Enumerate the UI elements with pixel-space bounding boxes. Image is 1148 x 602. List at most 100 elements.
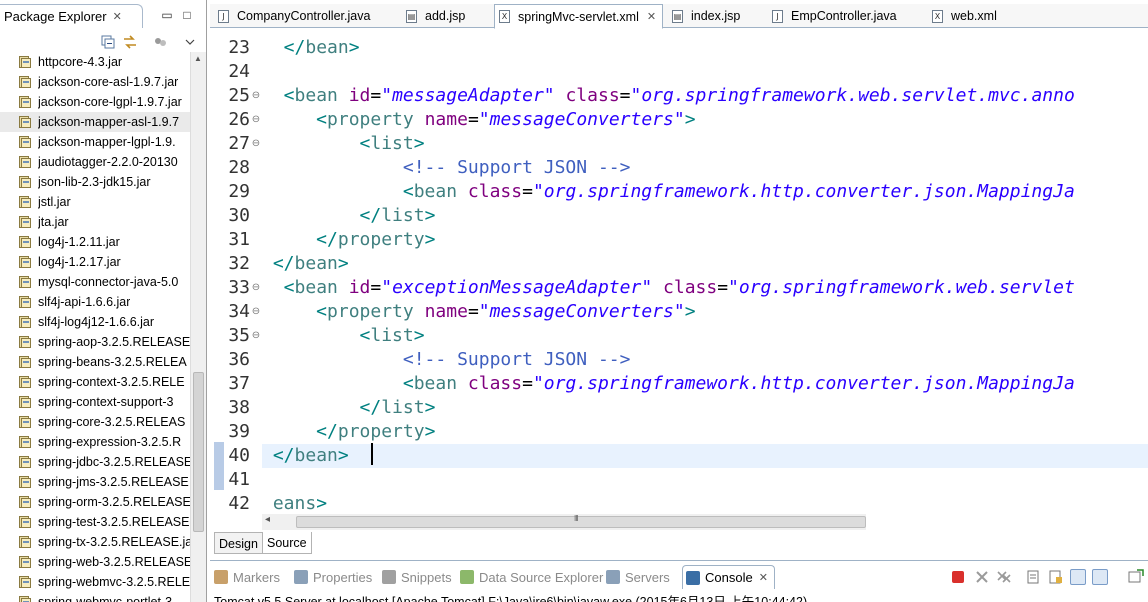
maximize-icon[interactable]: □: [180, 8, 194, 22]
bottom-tab[interactable]: Properties: [294, 565, 372, 589]
code-token: </: [262, 445, 295, 466]
editor-tab[interactable]: Xweb.xml: [932, 4, 997, 28]
code-line[interactable]: <list>: [262, 132, 425, 156]
fold-toggle-icon[interactable]: ⊖: [250, 132, 262, 156]
package-explorer-tab[interactable]: Package Explorer ✕: [0, 4, 143, 28]
code-line[interactable]: </list>: [262, 396, 436, 420]
code-token: <: [262, 325, 371, 346]
package-explorer-scrollbar[interactable]: ▲: [190, 52, 206, 602]
editor-tab[interactable]: J EmpController.java: [772, 4, 897, 28]
code-line[interactable]: </bean>: [262, 252, 349, 276]
code-line[interactable]: </bean>: [262, 444, 1148, 468]
editor-horizontal-scrollbar[interactable]: ◂ III: [262, 514, 866, 530]
jar-item[interactable]: jackson-mapper-asl-1.9.7: [0, 112, 190, 132]
bottom-tab[interactable]: Snippets: [382, 565, 452, 589]
editor-tab[interactable]: ▤ add.jsp: [406, 4, 465, 28]
scroll-up-icon[interactable]: ▲: [194, 54, 202, 63]
code-line[interactable]: <bean class="org.springframework.http.co…: [262, 372, 1075, 396]
collapse-all-icon[interactable]: [100, 34, 116, 50]
fold-toggle-icon[interactable]: ⊖: [250, 108, 262, 132]
code-area[interactable]: </bean> <bean id="messageAdapter" class=…: [262, 36, 1148, 516]
code-line[interactable]: <property name="messageConverters">: [262, 108, 695, 132]
scroll-lock-icon[interactable]: [1048, 569, 1064, 585]
jar-item[interactable]: jta.jar: [0, 212, 190, 232]
jar-item[interactable]: jstl.jar: [0, 192, 190, 212]
terminate-icon[interactable]: [952, 571, 964, 583]
close-icon[interactable]: ✕: [759, 571, 768, 584]
scrollbar-thumb[interactable]: [296, 516, 866, 528]
bottom-tab[interactable]: Console ✕: [682, 565, 775, 589]
jar-item[interactable]: mysql-connector-java-5.0: [0, 272, 190, 292]
jar-item[interactable]: spring-aop-3.2.5.RELEASE: [0, 332, 190, 352]
code-token: "messageConverters": [478, 301, 685, 322]
code-token: <: [262, 85, 295, 106]
code-line[interactable]: <list>: [262, 324, 425, 348]
bottom-tab[interactable]: Data Source Explorer: [460, 565, 603, 589]
jar-item[interactable]: slf4j-log4j12-1.6.6.jar: [0, 312, 190, 332]
code-line[interactable]: </bean>: [262, 36, 360, 60]
code-token: "org.springframework.http.converter.json…: [532, 181, 1075, 202]
jar-item[interactable]: spring-context-support-3: [0, 392, 190, 412]
code-line[interactable]: </property>: [262, 420, 435, 444]
code-line[interactable]: </property>: [262, 228, 435, 252]
jar-item[interactable]: spring-webmvc-3.2.5.RELE: [0, 572, 190, 592]
jar-item[interactable]: jackson-mapper-lgpl-1.9.: [0, 132, 190, 152]
code-line[interactable]: <!-- Support JSON -->: [262, 348, 631, 372]
editor-tab[interactable]: XspringMvc-servlet.xml ✕: [494, 4, 664, 29]
code-line[interactable]: <bean id="messageAdapter" class="org.spr…: [262, 84, 1075, 108]
tab-source[interactable]: Source: [262, 532, 312, 554]
editor-tab[interactable]: ▤ index.jsp: [672, 4, 740, 28]
fold-toggle-icon[interactable]: ⊖: [250, 276, 262, 300]
jar-item[interactable]: spring-webmvc-portlet-3: [0, 592, 190, 602]
code-line[interactable]: <property name="messageConverters">: [262, 300, 695, 324]
clear-console-icon[interactable]: [1026, 569, 1042, 585]
show-on-error-icon[interactable]: [1092, 569, 1108, 585]
jar-item[interactable]: log4j-1.2.11.jar: [0, 232, 190, 252]
code-line[interactable]: <bean class="org.springframework.http.co…: [262, 180, 1075, 204]
fold-toggle-icon[interactable]: ⊖: [250, 300, 262, 324]
open-console-icon[interactable]: [1128, 569, 1144, 585]
jar-item[interactable]: spring-orm-3.2.5.RELEASE: [0, 492, 190, 512]
view-menu-icon[interactable]: [152, 34, 168, 50]
fold-toggle-icon[interactable]: ⊖: [250, 84, 262, 108]
tab-design[interactable]: Design: [214, 532, 263, 554]
code-line[interactable]: <bean id="exceptionMessageAdapter" class…: [262, 276, 1075, 300]
view-icon: [382, 570, 396, 584]
jar-item[interactable]: spring-beans-3.2.5.RELEA: [0, 352, 190, 372]
jar-item[interactable]: spring-test-3.2.5.RELEASE: [0, 512, 190, 532]
code-token: >: [337, 445, 349, 466]
jar-item[interactable]: spring-jms-3.2.5.RELEASE: [0, 472, 190, 492]
bottom-tab[interactable]: Markers: [214, 565, 280, 589]
jar-item[interactable]: jackson-core-asl-1.9.7.jar: [0, 72, 190, 92]
jar-item[interactable]: jackson-core-lgpl-1.9.7.jar: [0, 92, 190, 112]
jar-item[interactable]: slf4j-api-1.6.6.jar: [0, 292, 190, 312]
jar-item[interactable]: spring-web-3.2.5.RELEASE: [0, 552, 190, 572]
code-token: class: [663, 277, 718, 298]
code-line[interactable]: eans>: [262, 492, 327, 516]
editor-tab[interactable]: J CompanyController.java: [218, 4, 370, 28]
remove-all-icon[interactable]: [996, 569, 1012, 585]
close-icon[interactable]: ✕: [113, 10, 122, 23]
bottom-tab[interactable]: Servers: [606, 565, 670, 589]
chevron-down-icon[interactable]: [182, 34, 198, 50]
scroll-left-icon[interactable]: ◂: [265, 514, 270, 525]
jar-item[interactable]: spring-jdbc-3.2.5.RELEASE: [0, 452, 190, 472]
fold-toggle-icon[interactable]: ⊖: [250, 324, 262, 348]
minimize-icon[interactable]: ▭: [160, 8, 174, 22]
jar-item[interactable]: spring-tx-3.2.5.RELEASE.ja: [0, 532, 190, 552]
remove-launch-icon[interactable]: [974, 569, 990, 585]
jar-item[interactable]: spring-expression-3.2.5.R: [0, 432, 190, 452]
jar-icon: [18, 535, 32, 549]
jar-item[interactable]: httpcore-4.3.jar: [0, 52, 190, 72]
code-line[interactable]: <!-- Support JSON -->: [262, 156, 631, 180]
jar-item[interactable]: json-lib-2.3-jdk15.jar: [0, 172, 190, 192]
jar-item[interactable]: spring-context-3.2.5.RELE: [0, 372, 190, 392]
show-on-output-icon[interactable]: [1070, 569, 1086, 585]
code-line[interactable]: </list>: [262, 204, 436, 228]
jar-item[interactable]: spring-core-3.2.5.RELEAS: [0, 412, 190, 432]
scrollbar-thumb[interactable]: [193, 372, 204, 532]
jar-item[interactable]: log4j-1.2.17.jar: [0, 252, 190, 272]
close-icon[interactable]: ✕: [647, 10, 656, 23]
link-with-editor-icon[interactable]: [122, 34, 138, 50]
jar-item[interactable]: jaudiotagger-2.2.0-20130: [0, 152, 190, 172]
